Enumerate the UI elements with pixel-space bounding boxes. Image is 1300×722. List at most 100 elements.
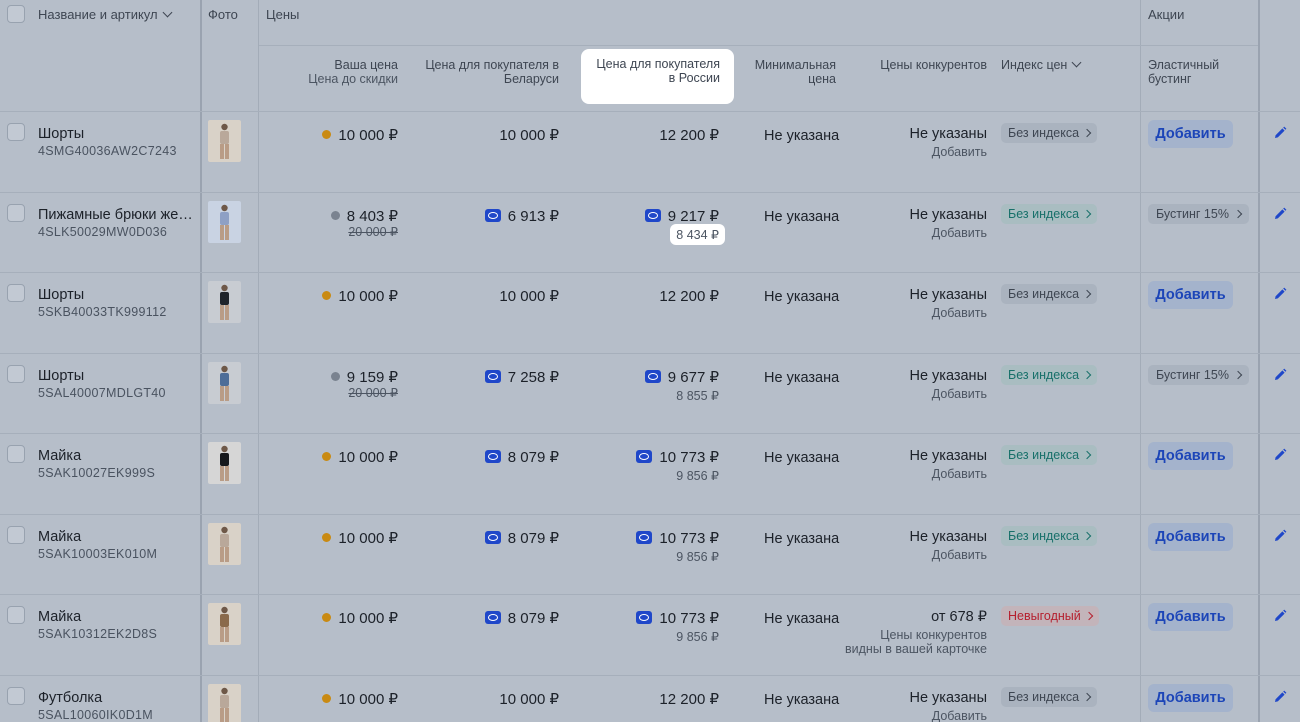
add-promo-button[interactable]: Добавить bbox=[1148, 523, 1233, 551]
russia-price-value: 9 217 ₽ bbox=[667, 208, 719, 225]
warning-icon bbox=[322, 694, 332, 703]
table-row[interactable]: Пижамные брюки жен… 4SLK50029MW0D036 8 4… bbox=[0, 193, 1300, 273]
pencil-icon[interactable] bbox=[1273, 207, 1287, 221]
competitor-price-value: Не указаны bbox=[909, 368, 987, 384]
competitor-add-link[interactable]: Добавить bbox=[932, 226, 987, 240]
your-price[interactable]: 10 000 ₽ bbox=[322, 609, 398, 627]
row-checkbox[interactable] bbox=[7, 526, 25, 544]
wb-wallet-icon bbox=[636, 611, 653, 624]
select-all-checkbox[interactable] bbox=[7, 5, 25, 23]
your-price[interactable]: 10 000 ₽ bbox=[322, 690, 398, 708]
competitor-add-link[interactable]: Добавить bbox=[932, 306, 987, 320]
boost-badge[interactable]: Бустинг 15% bbox=[1148, 204, 1249, 224]
belarus-price-value: 8 079 ₽ bbox=[507, 530, 559, 547]
pencil-icon[interactable] bbox=[1273, 287, 1287, 301]
row-checkbox[interactable] bbox=[7, 606, 25, 624]
price-index-sort-header[interactable]: Индекс цен bbox=[1001, 57, 1082, 72]
competitor-add-link[interactable]: Добавить bbox=[932, 467, 987, 481]
product-name[interactable]: Пижамные брюки жен… bbox=[38, 207, 193, 223]
product-sku: 4SMG40036AW2C7243 bbox=[38, 144, 177, 158]
min-price-value[interactable]: Не указана bbox=[764, 692, 839, 708]
pencil-icon[interactable] bbox=[1273, 690, 1287, 704]
product-photo bbox=[208, 120, 241, 162]
add-promo-button[interactable]: Добавить bbox=[1148, 281, 1233, 309]
price-index-badge[interactable]: Без индекса bbox=[1001, 445, 1098, 465]
wb-wallet-icon bbox=[484, 450, 501, 463]
your-price[interactable]: 10 000 ₽ bbox=[322, 287, 398, 305]
competitor-add-link[interactable]: Цены конкурентов видны в вашей карточке bbox=[842, 628, 987, 656]
min-price-value[interactable]: Не указана bbox=[764, 289, 839, 305]
row-checkbox[interactable] bbox=[7, 365, 25, 383]
row-checkbox[interactable] bbox=[7, 204, 25, 222]
price-index-badge[interactable]: Без индекса bbox=[1001, 526, 1098, 546]
table-row[interactable]: Майка 5SAK10027EK999S 10 000 ₽ 8 079 ₽ 1… bbox=[0, 434, 1300, 514]
wb-wallet-icon bbox=[484, 611, 501, 624]
add-promo-button[interactable]: Добавить bbox=[1148, 684, 1233, 712]
table-row[interactable]: Шорты 4SMG40036AW2C7243 10 000 ₽ 10 000 … bbox=[0, 112, 1300, 192]
min-price-value[interactable]: Не указана bbox=[764, 209, 839, 225]
competitor-price-value: Не указаны bbox=[909, 126, 987, 142]
product-name[interactable]: Майка bbox=[38, 529, 193, 545]
buyer-price-russia: 12 200 ₽ bbox=[659, 126, 719, 144]
price-index-badge[interactable]: Без индекса bbox=[1001, 123, 1098, 143]
product-name[interactable]: Шорты bbox=[38, 287, 193, 303]
price-index-badge[interactable]: Без индекса bbox=[1001, 687, 1098, 707]
your-price[interactable]: 10 000 ₽ bbox=[322, 126, 398, 144]
boost-badge[interactable]: Бустинг 15% bbox=[1148, 365, 1249, 385]
product-sku: 5SAK10027EK999S bbox=[38, 466, 156, 480]
your-price-value: 10 000 ₽ bbox=[338, 127, 398, 144]
your-price[interactable]: 8 403 ₽ bbox=[330, 207, 398, 225]
belarus-price-value: 8 079 ₽ bbox=[507, 449, 559, 466]
pencil-icon[interactable] bbox=[1273, 448, 1287, 462]
row-checkbox[interactable] bbox=[7, 445, 25, 463]
price-index-badge[interactable]: Без индекса bbox=[1001, 365, 1098, 385]
competitor-add-link[interactable]: Добавить bbox=[932, 709, 987, 722]
old-price: 20 000 ₽ bbox=[348, 225, 398, 239]
product-sku: 5SAL40007MDLGT40 bbox=[38, 386, 166, 400]
your-price[interactable]: 10 000 ₽ bbox=[322, 529, 398, 547]
add-promo-button[interactable]: Добавить bbox=[1148, 120, 1233, 148]
table-row[interactable]: Шорты 5SAL40007MDLGT40 9 159 ₽ 20 000 ₽ … bbox=[0, 354, 1300, 434]
add-promo-button[interactable]: Добавить bbox=[1148, 442, 1233, 470]
table-row[interactable]: Шорты 5SKB40033TK999112 10 000 ₽ 10 000 … bbox=[0, 273, 1300, 353]
price-index-badge[interactable]: Без индекса bbox=[1001, 284, 1098, 304]
table-row[interactable]: Футболка 5SAL10060IK0D1M 10 000 ₽ 10 000… bbox=[0, 676, 1300, 722]
row-checkbox[interactable] bbox=[7, 284, 25, 302]
min-price-value[interactable]: Не указана bbox=[764, 450, 839, 466]
competitor-add-link[interactable]: Добавить bbox=[932, 387, 987, 401]
row-checkbox[interactable] bbox=[7, 123, 25, 141]
pencil-icon[interactable] bbox=[1273, 368, 1287, 382]
pencil-icon[interactable] bbox=[1273, 609, 1287, 623]
min-price-value[interactable]: Не указана bbox=[764, 531, 839, 547]
your-price[interactable]: 9 159 ₽ bbox=[330, 368, 398, 386]
name-header-label: Название и артикул bbox=[38, 7, 158, 22]
russia-price-value: 12 200 ₽ bbox=[659, 127, 719, 144]
competitor-price-value: Не указаны bbox=[909, 529, 987, 545]
product-name[interactable]: Майка bbox=[38, 448, 193, 464]
your-price-label: Ваша цена bbox=[334, 58, 398, 72]
min-price-value[interactable]: Не указана bbox=[764, 370, 839, 386]
russia-price-before-wallet: 8 855 ₽ bbox=[676, 389, 719, 403]
min-price-value[interactable]: Не указана bbox=[764, 611, 839, 627]
product-name[interactable]: Шорты bbox=[38, 368, 193, 384]
competitor-add-link[interactable]: Добавить bbox=[932, 145, 987, 159]
product-name[interactable]: Футболка bbox=[38, 690, 193, 706]
row-checkbox[interactable] bbox=[7, 687, 25, 705]
product-name[interactable]: Шорты bbox=[38, 126, 193, 142]
warning-icon bbox=[322, 533, 332, 542]
table-row[interactable]: Майка 5SAK10312EK2D8S 10 000 ₽ 8 079 ₽ 1… bbox=[0, 595, 1300, 675]
product-name[interactable]: Майка bbox=[38, 609, 193, 625]
price-index-badge[interactable]: Без индекса bbox=[1001, 204, 1098, 224]
pencil-icon[interactable] bbox=[1273, 529, 1287, 543]
your-price[interactable]: 10 000 ₽ bbox=[322, 448, 398, 466]
buyer-price-belarus: 8 079 ₽ bbox=[484, 448, 559, 466]
add-promo-button[interactable]: Добавить bbox=[1148, 603, 1233, 631]
price-index-badge[interactable]: Невыгодный bbox=[1001, 606, 1099, 626]
competitor-add-link[interactable]: Добавить bbox=[932, 548, 987, 562]
table-row[interactable]: Майка 5SAK10003EK010M 10 000 ₽ 8 079 ₽ 1… bbox=[0, 515, 1300, 595]
product-photo bbox=[208, 684, 241, 722]
buyer-price-russia: 10 773 ₽ bbox=[636, 448, 719, 466]
min-price-value[interactable]: Не указана bbox=[764, 128, 839, 144]
sort-name-header[interactable]: Название и артикул bbox=[38, 7, 173, 22]
pencil-icon[interactable] bbox=[1273, 126, 1287, 140]
